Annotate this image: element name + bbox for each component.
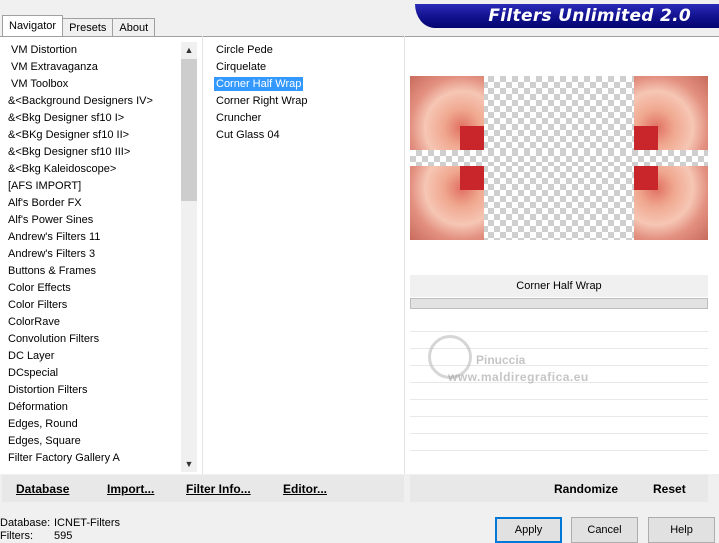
category-item[interactable]: Color Filters [0,297,181,314]
preview-red-square [460,126,484,150]
category-item[interactable]: Color Effects [0,280,181,297]
preview-tile-bottom-left [410,166,484,240]
category-item[interactable]: Edges, Square [0,433,181,450]
preview-tile-top-right [634,76,708,150]
scroll-thumb[interactable] [181,59,197,201]
tab-about[interactable]: About [112,18,156,36]
filter-item-label: Corner Right Wrap [216,95,308,107]
param-row [410,416,708,417]
watermark: Pinuccia www.maldiregrafica.eu [428,335,648,385]
category-item[interactable]: Filter Factory Gallery A [0,450,181,467]
preview-image [410,76,708,240]
filter-name-header: Corner Half Wrap [410,275,708,297]
category-item[interactable]: ColorRave [0,314,181,331]
preview-band [410,150,708,166]
reset-button[interactable]: Reset [653,482,686,496]
category-item[interactable]: Andrew's Filters 11 [0,229,181,246]
category-item[interactable]: &<BKg Designer sf10 II> [0,127,181,144]
filter-item[interactable]: Cut Glass 04 [203,127,403,144]
category-item[interactable]: &<Bkg Designer sf10 I> [0,110,181,127]
toolbar: Database Import... Filter Info... Editor… [0,474,719,504]
param-row [410,399,708,400]
import-button[interactable]: Import... [107,482,154,496]
tab-navigator[interactable]: Navigator [2,15,64,36]
category-item[interactable]: Edges, Round [0,416,181,433]
filter-item[interactable]: Corner Right Wrap [203,93,403,110]
filter-item[interactable]: Circle Pede [203,42,403,59]
preview-red-square [634,126,658,150]
filter-item-label: Corner Half Wrap [214,77,304,91]
apply-button[interactable]: Apply [495,517,562,543]
randomize-button[interactable]: Randomize [554,482,618,496]
status-filters-key: Filters: [0,530,33,542]
watermark-site: www.maldiregrafica.eu [448,370,589,384]
filter-item[interactable]: Cirquelate [203,59,403,76]
category-item[interactable]: &<Bkg Kaleidoscope> [0,161,181,178]
category-item[interactable]: &<Background Designers IV> [0,93,181,110]
filter-item[interactable]: Cruncher [203,110,403,127]
preview-red-square [634,166,658,190]
status-filters-value: 595 [54,530,73,542]
category-item[interactable]: DC Layer [0,348,181,365]
scroll-down-icon[interactable]: ▼ [181,456,197,472]
banner-title: Filters Unlimited 2.0 [488,6,691,26]
category-item[interactable]: Buttons & Frames [0,263,181,280]
category-item[interactable]: VM Extravaganza [0,59,181,76]
category-item[interactable]: Alf's Power Sines [0,212,181,229]
category-scrollbar[interactable]: ▲ ▼ [181,42,197,472]
param-row [410,331,708,332]
filter-item-label: Cut Glass 04 [216,129,280,141]
filter-info-button[interactable]: Filter Info... [186,482,251,496]
param-row [410,433,708,434]
category-item[interactable]: Alf's Border FX [0,195,181,212]
category-item[interactable]: Distortion Filters [0,382,181,399]
preview-tile-bottom-right [634,166,708,240]
title-banner: Filters Unlimited 2.0 [415,4,719,28]
editor-button[interactable]: Editor... [283,482,327,496]
filter-name-bar [410,298,708,309]
category-item[interactable]: VM Toolbox [0,76,181,93]
filter-item-label: Circle Pede [216,44,273,56]
cancel-button[interactable]: Cancel [571,517,638,543]
filter-item-label: Cirquelate [216,61,267,73]
filter-item-label: Cruncher [216,112,262,124]
category-list[interactable]: VM Distortion VM Extravaganza VM Toolbox &<… [0,42,181,472]
filter-item-selected[interactable]: Corner Half Wrap [203,76,403,93]
watermark-name: Pinuccia [476,353,526,367]
param-row [410,450,708,451]
tab-presets[interactable]: Presets [62,18,114,36]
category-item[interactable]: DCspecial [0,365,181,382]
category-item[interactable]: &<Bkg Designer sf10 III> [0,144,181,161]
scroll-up-icon[interactable]: ▲ [181,42,197,58]
preview-red-square [460,166,484,190]
preview-tile-top-left [410,76,484,150]
category-item[interactable]: VM Distortion [0,42,181,59]
tab-bar: Navigator Presets About [2,15,156,36]
status-database-key: Database: [0,517,51,529]
category-item[interactable]: [AFS IMPORT] [0,178,181,195]
category-item[interactable]: Déformation [0,399,181,416]
help-button[interactable]: Help [648,517,715,543]
category-item[interactable]: Andrew's Filters 3 [0,246,181,263]
preview-divider [404,36,405,474]
status-database-value: ICNET-Filters [54,517,120,529]
database-button[interactable]: Database [16,482,69,496]
category-item[interactable]: Convolution Filters [0,331,181,348]
filter-list[interactable]: Circle Pede Cirquelate Corner Half Wrap Cor… [203,42,403,472]
